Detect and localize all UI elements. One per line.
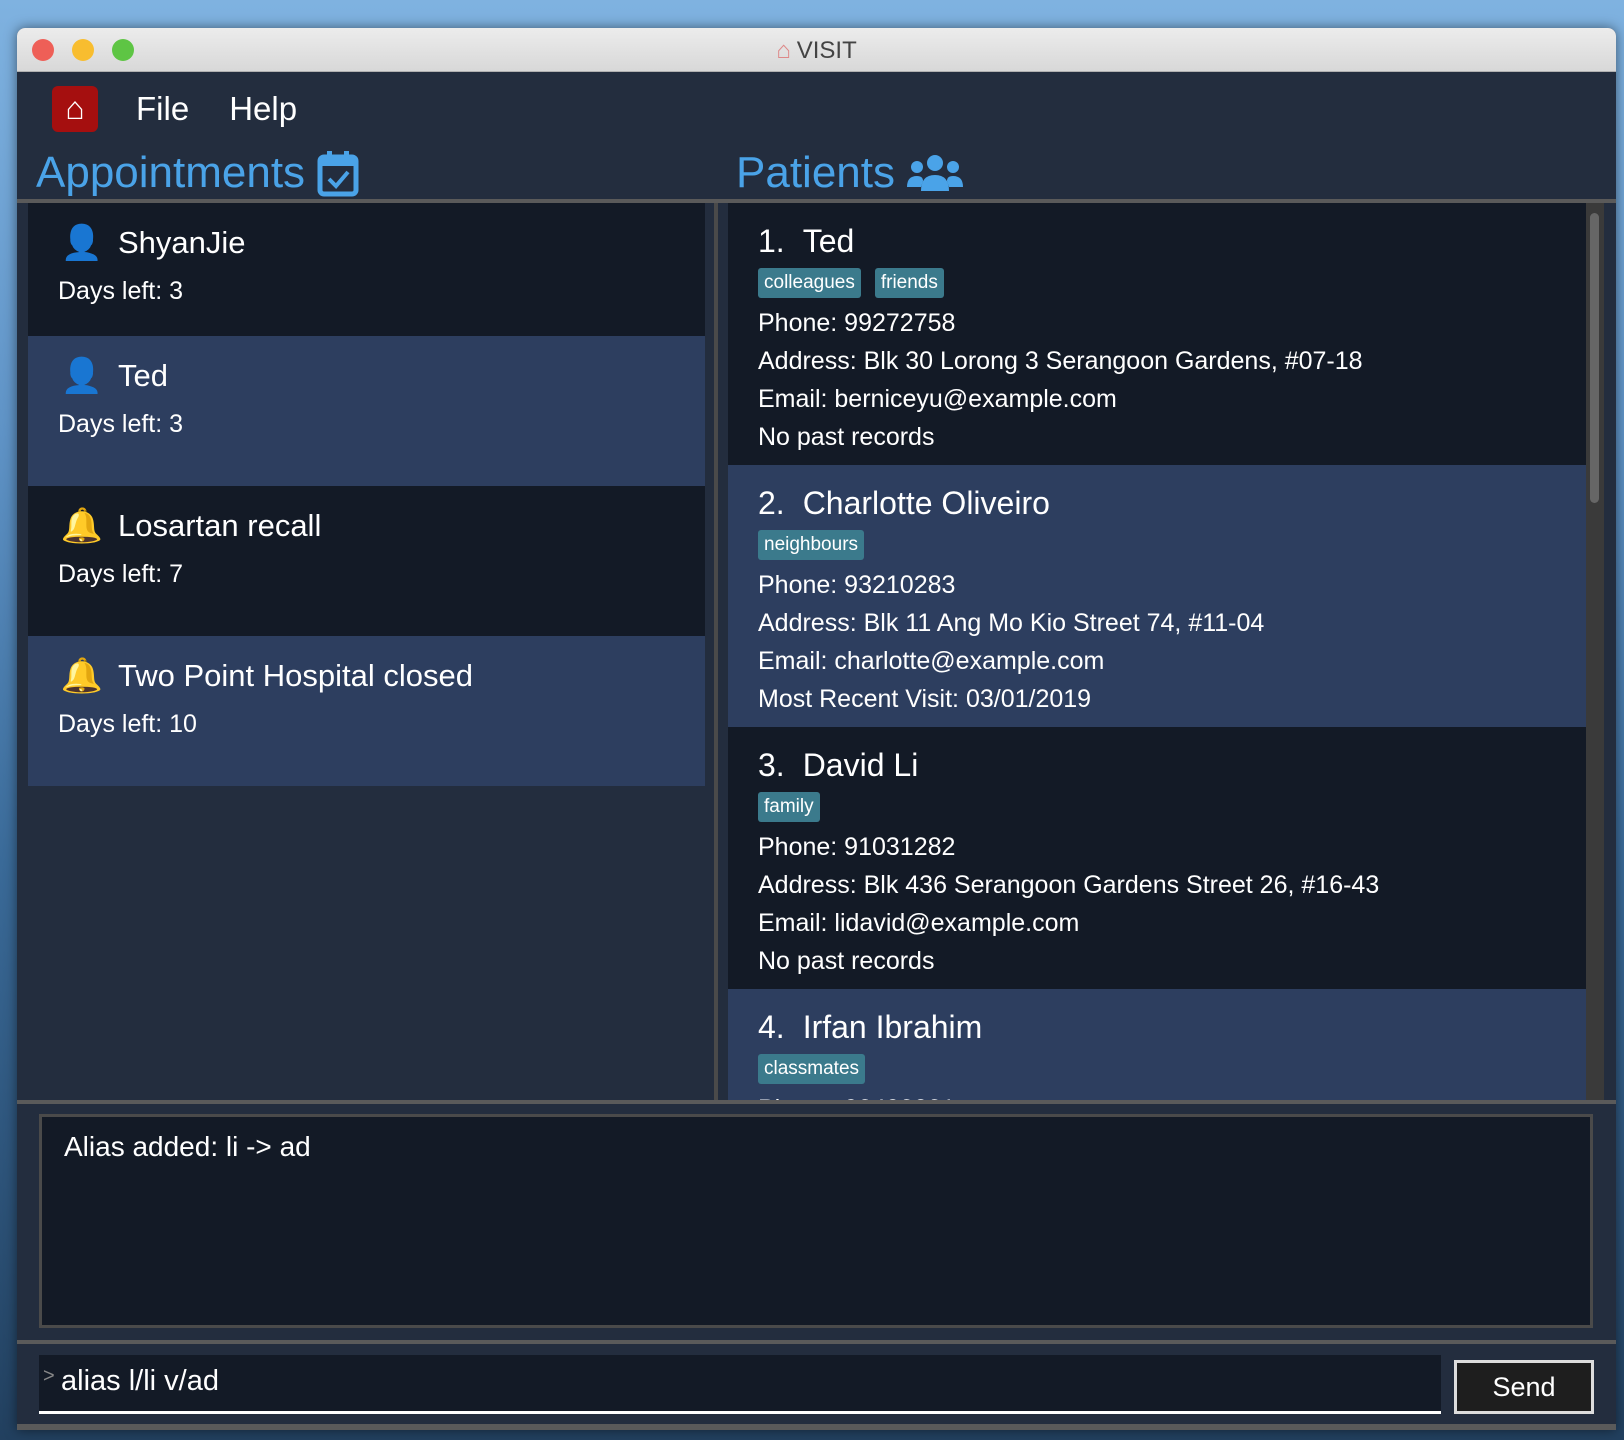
patient-email: Email: berniceyu@example.com	[758, 385, 1117, 413]
patients-title: Patients	[736, 148, 895, 197]
patient-index: 3.	[758, 747, 785, 783]
divider	[17, 1100, 1616, 1104]
appointment-days-left: Days left: 3	[58, 277, 184, 305]
patient-index: 4.	[758, 1009, 785, 1045]
tag: family	[758, 792, 820, 822]
calendar-check-icon	[317, 151, 359, 197]
patient-card[interactable]: 4. Irfan Ibrahim classmates Phone: 924920…	[728, 989, 1586, 1100]
patient-email: Email: charlotte@example.com	[758, 647, 1105, 675]
patient-card[interactable]: 2. Charlotte Oliveiro neighbours Phone: 9…	[728, 465, 1586, 727]
patient-index: 1.	[758, 223, 785, 259]
patient-email: Email: lidavid@example.com	[758, 909, 1080, 937]
bell-icon: 🔔	[60, 657, 104, 695]
appointment-card[interactable]: 👤 Ted Days left: 3	[28, 336, 705, 486]
appointments-header: Appointments	[36, 148, 359, 198]
divider	[17, 1340, 1616, 1344]
patient-index: 2.	[758, 485, 785, 521]
patient-list[interactable]: 1. Ted colleagues friends Phone: 99272758 …	[728, 203, 1586, 1100]
user-clock-icon: 👤	[60, 357, 104, 395]
tag: friends	[874, 268, 944, 298]
appointment-days-left: Days left: 10	[58, 710, 197, 738]
bell-icon: 🔔	[60, 507, 104, 545]
scrollbar-thumb[interactable]	[1590, 213, 1599, 503]
window-title-text: VISIT	[796, 37, 857, 64]
send-button[interactable]: Send	[1454, 1360, 1594, 1414]
house-icon: ⌂	[776, 37, 791, 64]
patient-phone: Phone: 92492021	[758, 1090, 1556, 1100]
menu-bar: ⌂ File Help	[17, 72, 1616, 145]
divider	[17, 1424, 1616, 1430]
patient-card[interactable]: 3. David Li family Phone: 91031282 Addres…	[728, 727, 1586, 989]
appointment-days-left: Days left: 3	[58, 410, 184, 438]
result-display: Alias added: li -> ad	[39, 1114, 1593, 1328]
patient-visit: Most Recent Visit: 03/01/2019	[758, 685, 1092, 713]
tag: colleagues	[758, 268, 861, 298]
appointment-card[interactable]: 👤 ShyanJie Days left: 3	[28, 203, 705, 336]
user-clock-icon: 👤	[60, 224, 104, 262]
appointment-title: ShyanJie	[118, 225, 246, 260]
patient-card[interactable]: 1. Ted colleagues friends Phone: 99272758 …	[728, 203, 1586, 465]
tag: neighbours	[758, 530, 865, 560]
appointment-days-left: Days left: 7	[58, 560, 184, 588]
appointments-title: Appointments	[36, 148, 306, 197]
appointment-card[interactable]: 🔔 Two Point Hospital closed Days left: 10	[28, 636, 705, 786]
appointment-card[interactable]: 🔔 Losartan recall Days left: 7	[28, 486, 705, 636]
patient-phone: Phone: 99272758	[758, 309, 956, 337]
appointment-title: Two Point Hospital closed	[118, 658, 473, 693]
window-title: ⌂ VISIT	[17, 37, 1616, 65]
appointment-list[interactable]: 👤 ShyanJie Days left: 3 👤 Ted Days left: 3…	[28, 203, 705, 1100]
app-window: ⌂ VISIT ⌂ File Help Appointments Patients…	[17, 28, 1616, 1430]
prompt-symbol: >	[43, 1365, 55, 1387]
patient-visit: No past records	[758, 423, 935, 451]
patient-visit: No past records	[758, 947, 935, 975]
patient-list-scrollbar[interactable]	[1586, 203, 1604, 1100]
patient-name: Ted	[802, 223, 855, 259]
title-bar: ⌂ VISIT	[17, 28, 1616, 72]
appointment-title: Ted	[118, 358, 168, 393]
appointment-title: Losartan recall	[118, 508, 322, 543]
patient-name: Charlotte Oliveiro	[802, 485, 1050, 521]
patient-address: Address: Blk 30 Lorong 3 Serangoon Garde…	[758, 347, 1363, 375]
command-value[interactable]: alias l/li v/ad	[61, 1365, 219, 1397]
users-icon	[906, 155, 963, 191]
patient-name: David Li	[802, 747, 919, 783]
patients-header: Patients	[736, 148, 963, 198]
patient-address: Address: Blk 436 Serangoon Gardens Stree…	[758, 871, 1380, 899]
panel-divider[interactable]	[714, 203, 718, 1100]
patient-phone: Phone: 93210283	[758, 571, 956, 599]
app-logo-icon: ⌂	[52, 85, 98, 132]
command-input[interactable]: > alias l/li v/ad	[39, 1355, 1441, 1414]
patient-address: Address: Blk 11 Ang Mo Kio Street 74, #1…	[758, 609, 1265, 637]
patient-phone: Phone: 91031282	[758, 833, 956, 861]
menu-help[interactable]: Help	[229, 90, 297, 128]
tag: classmates	[758, 1054, 866, 1084]
menu-file[interactable]: File	[136, 90, 189, 128]
patient-name: Irfan Ibrahim	[802, 1009, 983, 1045]
